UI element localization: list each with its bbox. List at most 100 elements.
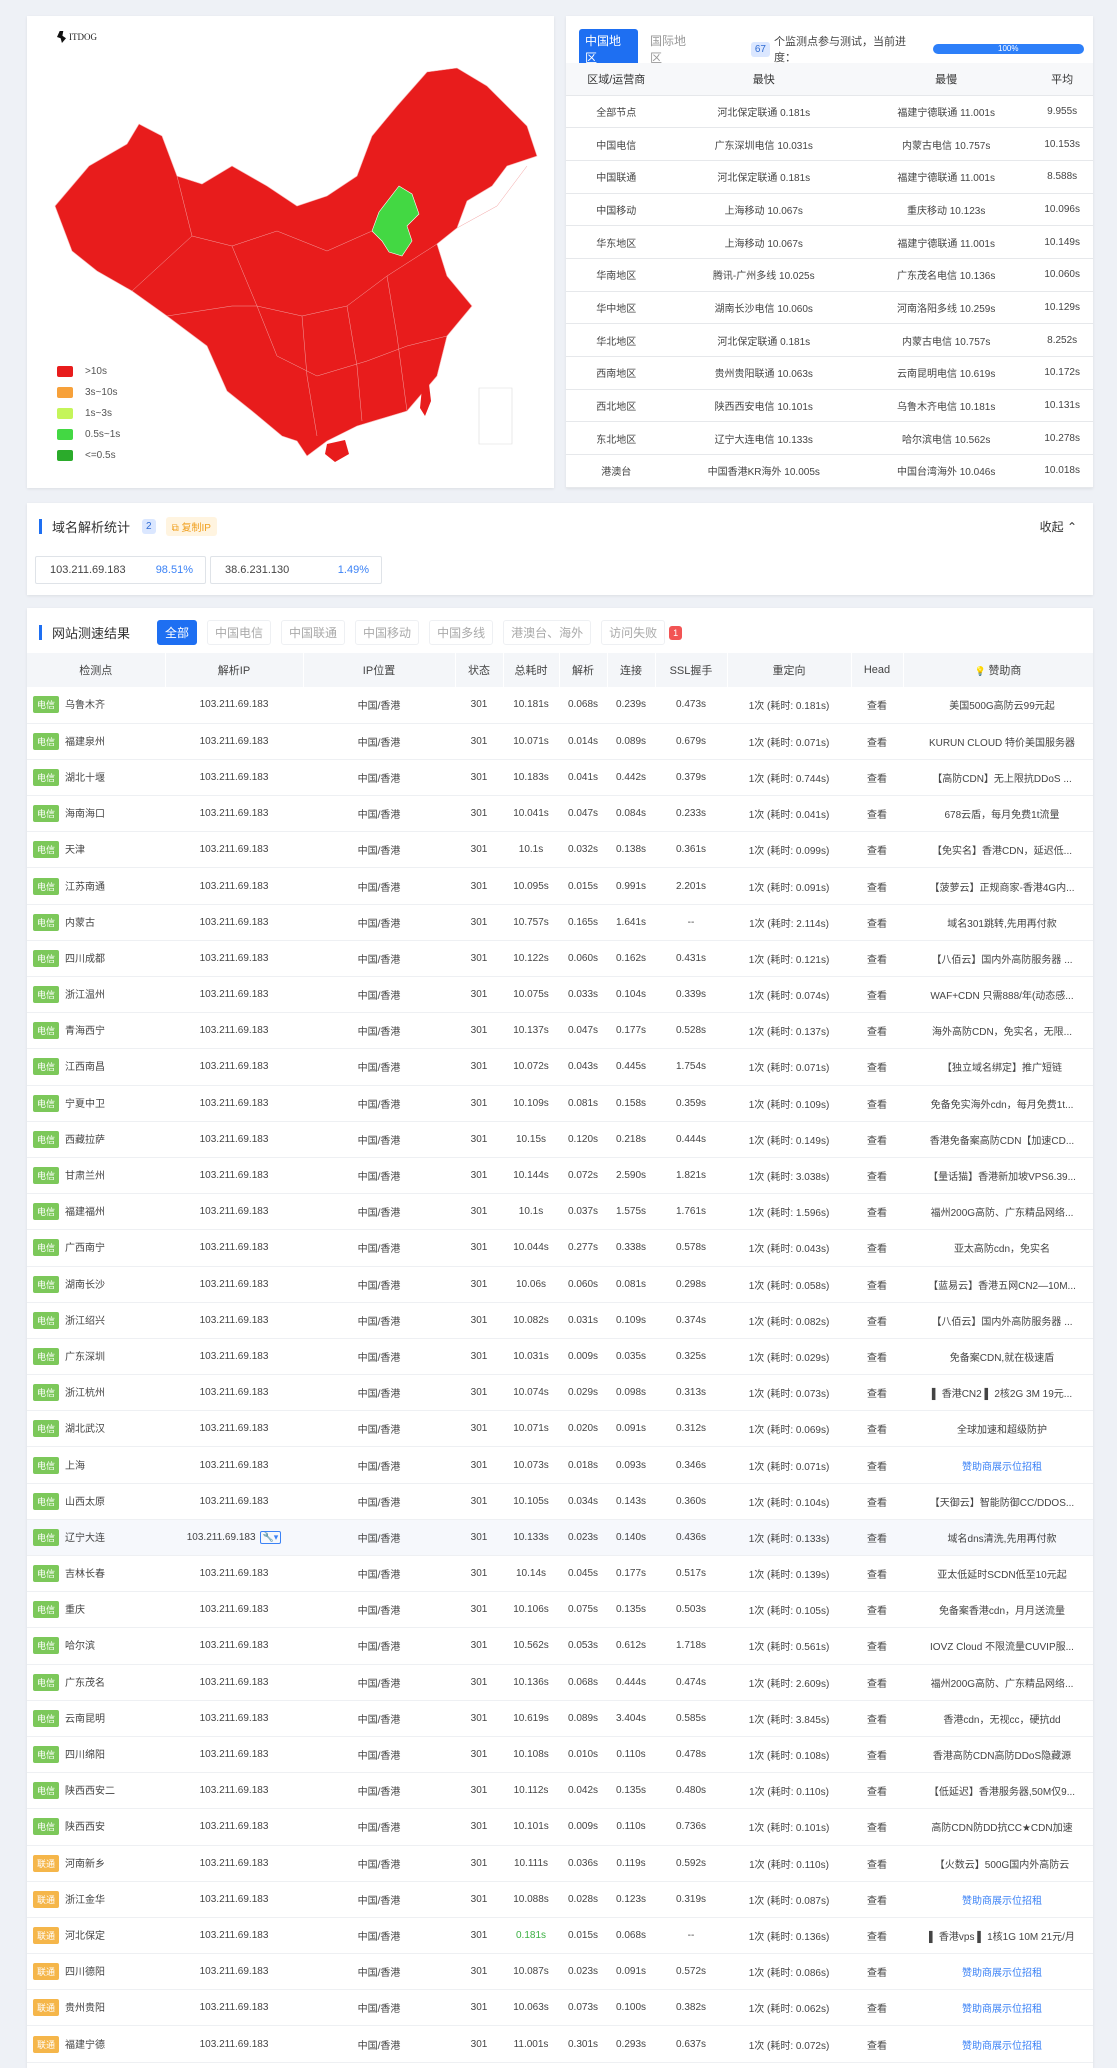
ip-text: 103.211.69.183 <box>199 808 269 820</box>
head-view-link[interactable]: 查看 <box>851 1012 903 1050</box>
head-view-link[interactable]: 查看 <box>851 904 903 941</box>
node-name: 广西南宁 <box>65 1243 106 1255</box>
wrench-icon[interactable]: 🔧▾ <box>259 1530 282 1544</box>
head-view-link[interactable]: 查看 <box>851 1446 903 1484</box>
head-view-link[interactable]: 查看 <box>851 795 903 833</box>
head-view-link[interactable]: 查看 <box>851 1772 903 1810</box>
filter-tab-hk-overseas[interactable]: 港澳台、海外 <box>503 620 592 645</box>
status-cell: 301 <box>455 1917 503 1955</box>
results-header-cell: Head <box>851 653 904 687</box>
sponsor-cell[interactable]: 赞助商展示位招租 <box>903 2025 1093 2063</box>
sponsor-cell[interactable]: 赞助商展示位招租 <box>903 1446 1093 1484</box>
filter-tab-multiline[interactable]: 中国多线 <box>429 620 494 645</box>
head-view-link[interactable]: 查看 <box>851 1193 903 1231</box>
dns-time-cell: 0.036s <box>559 1845 607 1882</box>
summary-cell: 10.172s <box>1031 356 1093 390</box>
connect-time-cell: 0.140s <box>607 1519 655 1557</box>
head-view-link[interactable]: 查看 <box>851 1664 903 1701</box>
status-cell: 301 <box>455 1519 503 1557</box>
ip-location-cell: 中国/香港 <box>303 1808 455 1846</box>
head-view-link[interactable]: 查看 <box>851 831 903 869</box>
sponsor-cell[interactable]: 赞助商展示位招租 <box>903 1953 1093 1991</box>
ssl-time-cell: 0.528s <box>655 1012 727 1050</box>
head-view-link[interactable]: 查看 <box>851 1881 903 1918</box>
ssl-time-cell: 0.298s <box>655 1266 727 1303</box>
results-header-cell: 解析IP <box>165 653 304 687</box>
summary-cell: 中国香港KR海外 10.005s <box>666 454 861 488</box>
node-cell: 电信 上海 <box>27 1446 165 1484</box>
redirect-cell: 1次 (耗时: 0.109s) <box>727 1085 851 1122</box>
status-cell: 301 <box>455 1989 503 2027</box>
ip-card[interactable]: 103.211.69.183 98.51% <box>35 556 206 584</box>
ip-text: 103.211.69.183 <box>186 1531 256 1543</box>
head-view-link[interactable]: 查看 <box>851 940 903 978</box>
table-row: 电信 江苏南通 103.211.69.183 中国/香港 301 10.095s 0.015… <box>27 867 1093 905</box>
head-view-link[interactable]: 查看 <box>851 1917 903 1955</box>
filter-tab-all[interactable]: 全部 <box>157 620 198 645</box>
summary-cell: 10.153s <box>1031 127 1093 161</box>
copy-ip-button[interactable]: ⧉ 复制IP <box>165 517 217 536</box>
status-cell: 301 <box>455 867 503 905</box>
head-view-link[interactable]: 查看 <box>851 1989 903 2027</box>
summary-header-cell: 最慢 <box>860 63 1032 96</box>
filter-tab-failed[interactable]: 访问失败 <box>601 620 666 645</box>
head-view-link[interactable]: 查看 <box>851 1121 903 1158</box>
ip-location-cell: 中国/香港 <box>303 1446 455 1484</box>
head-view-link[interactable]: 查看 <box>851 687 903 724</box>
summary-table: 区域/运营商 最快 最慢 平均 全部节点 河北保定联通 0.181s 福建宁德联通 11.… <box>566 63 1093 488</box>
ip-text: 103.211.69.183 <box>199 1423 269 1435</box>
head-view-link[interactable]: 查看 <box>851 1591 903 1629</box>
filter-tab-mobile[interactable]: 中国移动 <box>355 620 420 645</box>
redirect-cell: 1次 (耗时: 0.149s) <box>727 1121 851 1158</box>
head-view-link[interactable]: 查看 <box>851 1736 903 1774</box>
filter-tab-unicom[interactable]: 中国联通 <box>281 620 346 645</box>
sponsor-cell[interactable]: 赞助商展示位招租 <box>903 1881 1093 1918</box>
head-view-link[interactable]: 查看 <box>851 867 903 905</box>
head-view-link[interactable]: 查看 <box>851 2025 903 2063</box>
status-cell: 301 <box>455 1808 503 1846</box>
head-view-link[interactable]: 查看 <box>851 1808 903 1846</box>
head-view-link[interactable]: 查看 <box>851 1157 903 1195</box>
head-view-link[interactable]: 查看 <box>851 1845 903 1882</box>
head-view-link[interactable]: 查看 <box>851 1483 903 1520</box>
filter-tab-telecom[interactable]: 中国电信 <box>207 620 272 645</box>
head-view-link[interactable]: 查看 <box>851 1627 903 1665</box>
hainan-shape[interactable] <box>325 440 349 462</box>
node-cell: 电信 海南海口 <box>27 795 165 833</box>
head-view-link[interactable]: 查看 <box>851 1085 903 1122</box>
ip-card[interactable]: 38.6.231.130 1.49% <box>210 556 382 584</box>
dns-time-cell: 0.010s <box>559 1736 607 1774</box>
ssl-time-cell: 1.821s <box>655 1157 727 1195</box>
status-cell: 301 <box>455 1483 503 1520</box>
ip-location-cell: 中国/香港 <box>303 1193 455 1231</box>
ip-text: 103.211.69.183 <box>199 1640 269 1652</box>
status-cell: 301 <box>455 1193 503 1231</box>
ip-location-cell: 中国/香港 <box>303 1302 455 1339</box>
head-view-link[interactable]: 查看 <box>851 723 903 760</box>
head-view-link[interactable]: 查看 <box>851 1953 903 1991</box>
head-view-link[interactable]: 查看 <box>851 1338 903 1376</box>
summary-cell: 西南地区 <box>566 356 667 390</box>
head-view-link[interactable]: 查看 <box>851 1555 903 1593</box>
head-view-link[interactable]: 查看 <box>851 1519 903 1557</box>
head-view-link[interactable]: 查看 <box>851 976 903 1014</box>
summary-header-cell: 区域/运营商 <box>566 63 667 96</box>
head-view-link[interactable]: 查看 <box>851 1374 903 1412</box>
head-view-link[interactable]: 查看 <box>851 1048 903 1086</box>
collapse-button[interactable]: 收起 ⌃ <box>1040 518 1077 535</box>
sponsor-cell[interactable]: 赞助商展示位招租 <box>903 1989 1093 2027</box>
sponsor-cell: 【火数云】500G国内外高防云 <box>903 1845 1093 1882</box>
ip-text: 103.211.69.183 <box>199 952 269 964</box>
head-view-link[interactable]: 查看 <box>851 1302 903 1339</box>
head-view-link[interactable]: 查看 <box>851 1266 903 1303</box>
head-view-link[interactable]: 查看 <box>851 1229 903 1267</box>
ip-cell: 103.211.69.183 <box>165 1845 303 1882</box>
ssl-time-cell: 1.754s <box>655 1048 727 1086</box>
node-cell: 电信 青海西宁 <box>27 1012 165 1050</box>
table-row: 联通 贵州贵阳 103.211.69.183 中国/香港 301 10.063s 0.073… <box>27 1989 1093 2027</box>
head-view-link[interactable]: 查看 <box>851 759 903 797</box>
sponsor-cell: IOVZ Cloud 不限流量CUVIP服... <box>903 1627 1093 1665</box>
china-map-shape[interactable] <box>54 67 538 457</box>
head-view-link[interactable]: 查看 <box>851 1410 903 1448</box>
head-view-link[interactable]: 查看 <box>851 1700 903 1737</box>
